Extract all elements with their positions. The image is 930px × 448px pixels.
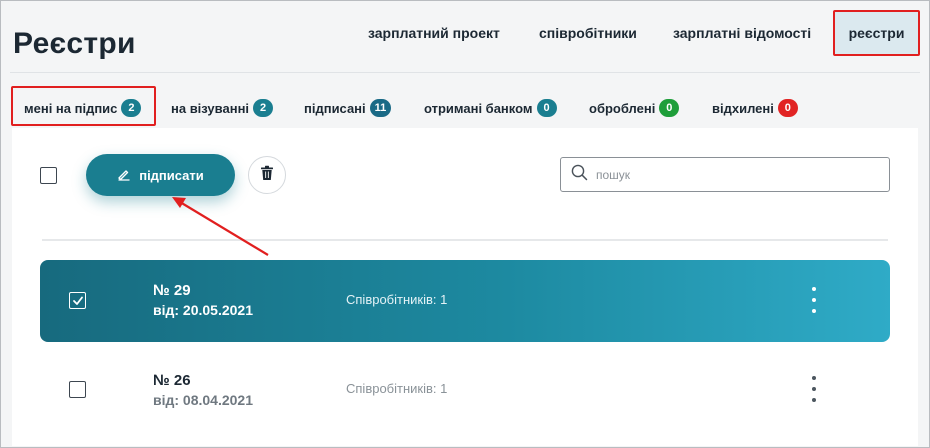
- delete-button[interactable]: [248, 156, 286, 194]
- search-icon: [571, 164, 588, 186]
- search-input[interactable]: [596, 167, 876, 182]
- count-badge: 0: [536, 99, 557, 117]
- more-options-icon[interactable]: [809, 376, 819, 402]
- pen-icon: [117, 167, 131, 184]
- registry-number: № 26: [153, 372, 191, 389]
- tab-label: підписані: [304, 100, 366, 116]
- check-icon: [72, 296, 83, 305]
- count-badge: 11: [369, 99, 392, 117]
- sign-button[interactable]: підписати: [86, 154, 235, 196]
- select-all-checkbox[interactable]: [40, 167, 57, 184]
- employees-count: Співробітників: 1: [346, 292, 448, 307]
- header: Реєстри зарплатний проект співробітники …: [1, 1, 927, 71]
- tab-label: мені на підпис: [24, 100, 118, 116]
- more-options-icon[interactable]: [809, 287, 819, 313]
- employees-count: Співробітників: 1: [346, 381, 448, 396]
- search-field[interactable]: [560, 157, 890, 192]
- count-badge: 2: [253, 99, 274, 117]
- nav-registries[interactable]: реєстри: [833, 10, 920, 56]
- tab-label: оброблені: [589, 100, 656, 116]
- tab-to-sign[interactable]: мені на підпис 2: [24, 99, 142, 117]
- registry-row[interactable]: № 26 від: 08.04.2021 Співробітників: 1: [40, 350, 890, 430]
- registry-date: від: 08.04.2021: [153, 392, 254, 408]
- registry-date: від: 20.05.2021: [153, 302, 254, 318]
- page-title: Реєстри: [13, 27, 136, 60]
- count-badge: 0: [659, 99, 680, 117]
- nav-registries-label: реєстри: [848, 25, 905, 41]
- registry-number: № 29: [153, 282, 191, 299]
- count-badge: 2: [121, 99, 142, 117]
- tab-label: відхилені: [712, 100, 774, 116]
- sign-button-label: підписати: [139, 167, 204, 183]
- tab-signed[interactable]: підписані 11: [304, 99, 392, 117]
- nav-salary-sheets[interactable]: зарплатні відомості: [673, 25, 811, 41]
- header-divider: [10, 72, 920, 73]
- row-checkbox-checked[interactable]: [69, 292, 86, 309]
- tab-received-by-bank[interactable]: отримані банком 0: [424, 99, 557, 117]
- list-divider: [42, 239, 888, 241]
- trash-icon: [260, 165, 274, 186]
- tab-rejected[interactable]: відхилені 0: [712, 99, 798, 117]
- tab-label: отримані банком: [424, 100, 533, 116]
- count-badge: 0: [777, 99, 798, 117]
- tab-processed[interactable]: оброблені 0: [589, 99, 680, 117]
- row-checkbox[interactable]: [69, 381, 86, 398]
- tab-on-approval[interactable]: на візуванні 2: [171, 99, 274, 117]
- nav-salary-project[interactable]: зарплатний проект: [368, 25, 500, 41]
- registry-row-selected[interactable]: № 29 від: 20.05.2021 Співробітників: 1: [40, 260, 890, 342]
- nav-employees[interactable]: співробітники: [539, 25, 637, 41]
- tab-label: на візуванні: [171, 100, 250, 116]
